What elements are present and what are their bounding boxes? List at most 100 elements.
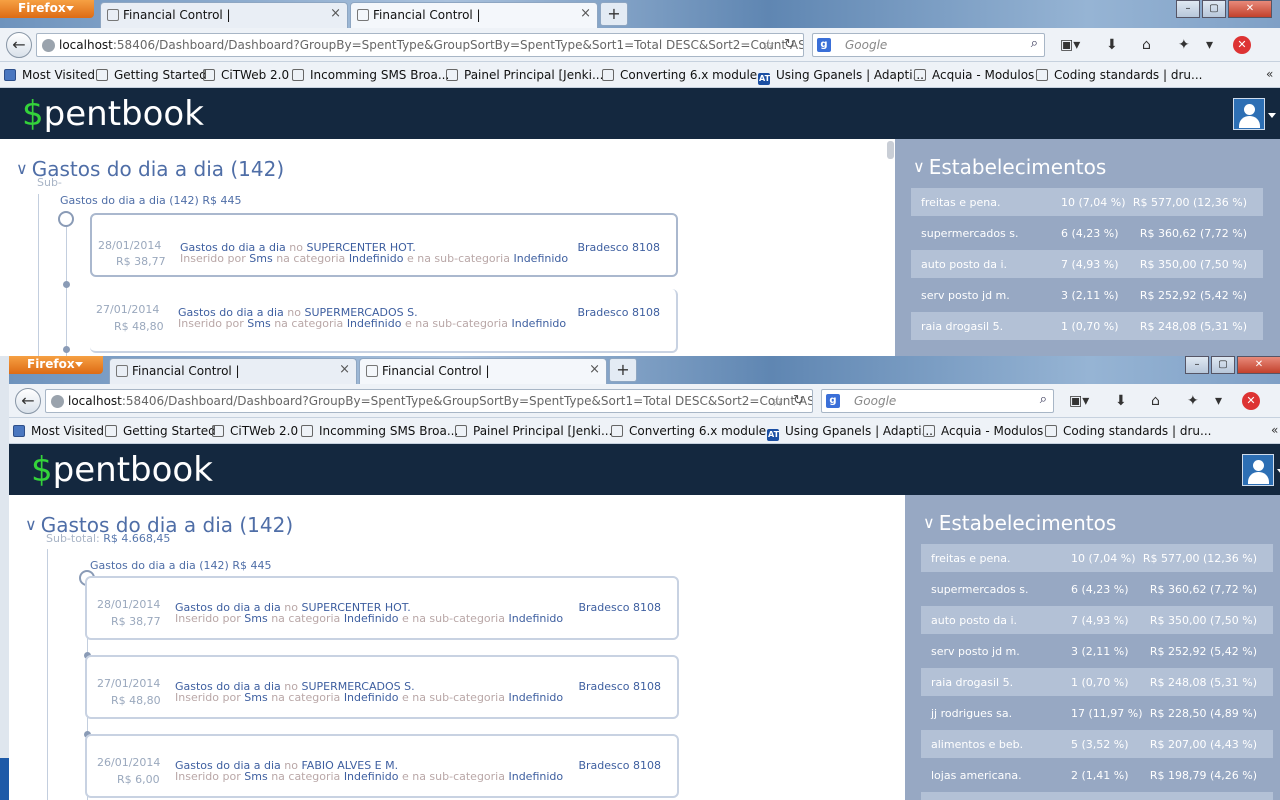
chevron-down-icon[interactable]: ∨ [923,513,935,532]
chevron-down-icon[interactable]: ∨ [25,515,37,534]
merchant-row[interactable]: raia drogasil 5. 1 (0,70 %) R$ 248,08 (5,3… [911,312,1263,340]
entry-bank-link[interactable]: Bradesco 8108 [578,601,661,614]
scrollbar-thumb[interactable] [887,141,894,159]
sub-group-heading[interactable]: Gastos do dia a dia (142) R$ 445 [90,559,271,572]
merchant-row[interactable]: lojas americana. 2 (1,41 %) R$ 198,79 (4,2… [921,761,1273,789]
home-icon[interactable]: ⌂ [1142,37,1151,53]
tab-financial-control-2[interactable]: Financial Control | × [359,358,607,384]
entry-subcategory-value-link[interactable]: Indefinido [511,317,566,330]
bookmarks-overflow-button[interactable]: « [1266,67,1273,81]
entry-bank-link[interactable]: Bradesco 8108 [577,241,660,254]
bookmark-incomming-sms[interactable]: Incomming SMS Broa... [292,68,449,82]
transaction-entry[interactable]: 28/01/2014 R$ 38,77 Gastos do dia a dia … [85,576,679,640]
bookmark-acquia[interactable]: Acquia - Modulos [914,68,1034,82]
reload-icon[interactable]: ↻ [793,393,804,408]
transaction-entry[interactable]: 28/01/2014 R$ 38,77 Gastos do dia a dia … [90,213,678,277]
search-icon[interactable]: ⌕ [1040,392,1047,407]
bookmark-getting-started[interactable]: Getting Started [105,424,216,438]
bookmark-converting[interactable]: Converting 6.x module... [602,68,769,82]
tab-financial-control-1[interactable]: Financial Control | × [109,358,357,384]
transaction-entry[interactable]: 27/01/2014 R$ 48,80 Gastos do dia a dia … [85,655,679,719]
bookmark-citweb[interactable]: CiTWeb 2.0 [203,68,289,82]
merchants-panel-title[interactable]: ∨ Estabelecimentos [913,155,1106,179]
merchant-row[interactable]: raia drogasil 5. 1 (0,70 %) R$ 248,08 (5,3… [921,668,1273,696]
search-icon[interactable]: ⌕ [1031,36,1038,51]
entry-source-link[interactable]: Sms [244,612,267,625]
entry-subcategory-value-link[interactable]: Indefinido [508,770,563,783]
user-menu-icon[interactable] [1233,98,1276,130]
bookmark-converting[interactable]: Converting 6.x module... [611,424,778,438]
spentbook-logo[interactable]: $pentbook [22,94,204,134]
addon-icon[interactable]: ✦ [1178,37,1190,53]
close-icon[interactable]: × [580,6,591,21]
address-bar[interactable]: localhost:58406/Dashboard/Dashboard?Grou… [36,33,804,57]
entry-category-value-link[interactable]: Indefinido [344,691,399,704]
bookmark-getting-started[interactable]: Getting Started [96,68,207,82]
close-icon[interactable]: × [330,6,341,21]
bookmark-most-visited[interactable]: Most Visited [13,424,104,438]
merchant-row[interactable]: supermercados s. 6 (4,23 %) R$ 360,62 (7,7… [911,219,1263,247]
bookmarks-overflow-button[interactable]: « [1271,423,1278,437]
maximize-button[interactable]: ▢ [1211,356,1235,374]
entry-subcategory-value-link[interactable]: Indefinido [508,612,563,625]
bookmark-most-visited[interactable]: Most Visited [4,68,95,82]
bookmark-star-icon[interactable]: ☆ [762,36,775,54]
chevron-down-icon[interactable]: ▾ [1206,37,1213,53]
back-arrow-icon[interactable]: ← [6,32,32,58]
entry-category-value-link[interactable]: Indefinido [344,612,399,625]
chevron-down-icon[interactable]: ∨ [913,157,925,176]
entry-category-value-link[interactable]: Indefinido [344,770,399,783]
bookmark-incomming-sms[interactable]: Incomming SMS Broa... [301,424,458,438]
bookmarks-menu-icon[interactable]: ▣▾ [1060,37,1080,53]
minimize-button[interactable]: – [1185,356,1209,374]
tab-financial-control-2[interactable]: Financial Control | × [350,2,598,28]
addon-icon[interactable]: ✦ [1187,393,1199,409]
transaction-entry[interactable]: 26/01/2014 R$ 6,00 Gastos do dia a dia n… [85,734,679,798]
reload-icon[interactable]: ↻ [784,37,795,52]
merchant-row[interactable]: supermercados s. 6 (4,23 %) R$ 360,62 (7,7… [921,575,1273,603]
address-bar[interactable]: localhost:58406/Dashboard/Dashboard?Grou… [45,389,813,413]
download-icon[interactable]: ⬇ [1115,393,1127,409]
download-icon[interactable]: ⬇ [1106,37,1118,53]
firefox-menu-button[interactable]: Firefox [9,356,103,374]
maximize-button[interactable]: ▢ [1202,0,1226,18]
sub-group-heading[interactable]: Gastos do dia a dia (142) R$ 445 [60,194,241,207]
merchant-row[interactable] [921,792,1273,800]
new-tab-button[interactable]: + [609,358,637,382]
merchants-panel-title[interactable]: ∨ Estabelecimentos [923,511,1116,535]
stop-icon[interactable]: ✕ [1233,36,1251,54]
minimize-button[interactable]: – [1176,0,1200,18]
search-bar[interactable]: g Google ⌕ [821,389,1054,413]
close-icon[interactable]: × [589,362,600,377]
bookmark-gpanels[interactable]: AT Using Gpanels | Adapti... [758,68,924,85]
entry-source-link[interactable]: Sms [247,317,270,330]
chevron-down-icon[interactable]: ▾ [1215,393,1222,409]
user-menu-icon[interactable] [1242,454,1280,486]
entry-bank-link[interactable]: Bradesco 8108 [578,759,661,772]
bookmark-painel-principal[interactable]: Painel Principal [Jenki... [446,68,603,82]
merchant-row[interactable]: jj rodrigues sa. 17 (11,97 %) R$ 228,50 (4… [921,699,1273,727]
merchant-row[interactable]: freitas e pena. 10 (7,04 %) R$ 577,00 (12,… [921,544,1273,572]
bookmark-acquia[interactable]: Acquia - Modulos [923,424,1043,438]
entry-subcategory-value-link[interactable]: Indefinido [513,252,568,265]
merchant-row[interactable]: freitas e pena. 10 (7,04 %) R$ 577,00 (12,… [911,188,1263,216]
entry-bank-link[interactable]: Bradesco 8108 [577,306,660,319]
entry-bank-link[interactable]: Bradesco 8108 [578,680,661,693]
bookmarks-menu-icon[interactable]: ▣▾ [1069,393,1089,409]
merchant-row[interactable]: auto posto da i. 7 (4,93 %) R$ 350,00 (7,5… [911,250,1263,278]
bookmark-citweb[interactable]: CiTWeb 2.0 [212,424,298,438]
new-tab-button[interactable]: + [600,2,628,26]
back-arrow-icon[interactable]: ← [15,388,41,414]
merchant-row[interactable]: serv posto jd m. 3 (2,11 %) R$ 252,92 (5,4… [921,637,1273,665]
stop-icon[interactable]: ✕ [1242,392,1260,410]
home-icon[interactable]: ⌂ [1151,393,1160,409]
entry-subcategory-value-link[interactable]: Indefinido [508,691,563,704]
entry-source-link[interactable]: Sms [249,252,272,265]
bookmark-coding-standards[interactable]: Coding standards | dru... [1036,68,1202,82]
bookmark-coding-standards[interactable]: Coding standards | dru... [1045,424,1211,438]
merchant-row[interactable]: auto posto da i. 7 (4,93 %) R$ 350,00 (7,5… [921,606,1273,634]
entry-category-value-link[interactable]: Indefinido [347,317,402,330]
tab-financial-control-1[interactable]: Financial Control | × [100,2,348,28]
entry-source-link[interactable]: Sms [244,770,267,783]
bookmark-star-icon[interactable]: ☆ [771,392,784,410]
